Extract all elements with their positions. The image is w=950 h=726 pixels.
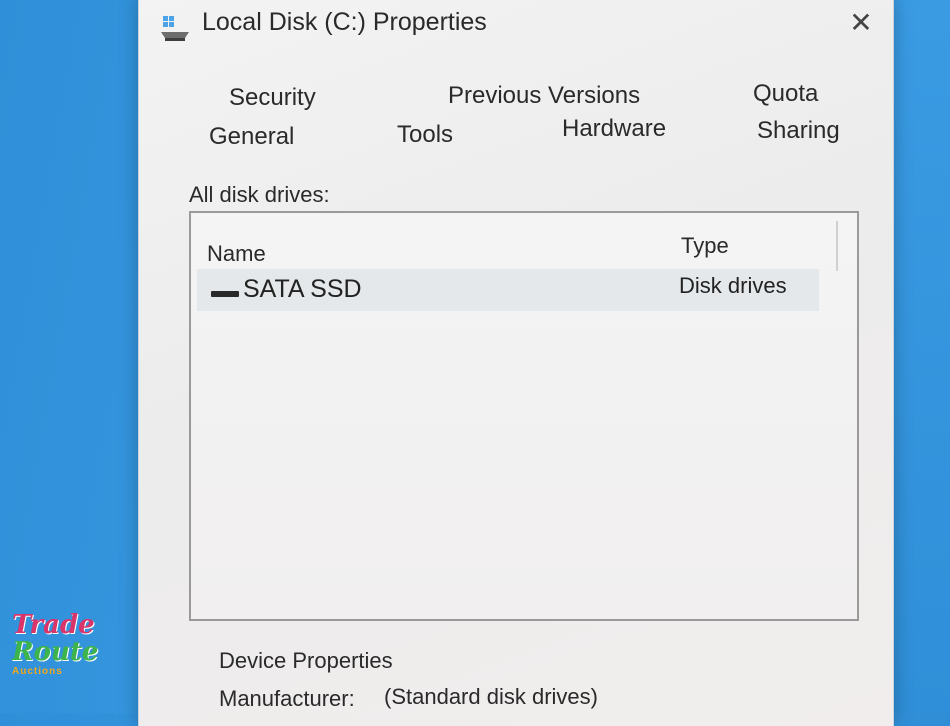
watermark-line-1: Trade <box>12 610 95 640</box>
drive-title-icon <box>161 16 189 41</box>
drive-icon <box>211 291 239 297</box>
tab-previous-versions[interactable]: Previous Versions <box>448 82 640 110</box>
drive-name: SATA SSD <box>243 275 362 303</box>
tab-general[interactable]: General <box>209 123 294 151</box>
tab-hardware[interactable]: Hardware <box>562 115 666 143</box>
device-properties-heading: Device Properties <box>219 648 393 673</box>
column-header-type[interactable]: Type <box>681 233 729 259</box>
list-item[interactable]: SATA SSD Disk drives <box>197 269 819 311</box>
tab-sharing[interactable]: Sharing <box>757 117 840 145</box>
tab-quota[interactable]: Quota <box>753 80 818 108</box>
tab-security[interactable]: Security <box>229 84 316 112</box>
manufacturer-value: (Standard disk drives) <box>384 684 598 709</box>
title-bar: Local Disk (C:) Properties ✕ <box>139 0 893 56</box>
tab-tools[interactable]: Tools <box>397 121 453 149</box>
window-title: Local Disk (C:) Properties <box>202 8 487 36</box>
properties-dialog: Local Disk (C:) Properties ✕ Security Pr… <box>138 0 894 726</box>
all-disk-drives-label: All disk drives: <box>189 182 330 207</box>
column-divider <box>836 221 838 271</box>
manufacturer-label: Manufacturer: <box>219 686 355 711</box>
watermark-logo: Trade Route Auctions <box>12 612 102 697</box>
column-header-name[interactable]: Name <box>207 241 266 267</box>
watermark-line-3: Auctions <box>12 666 63 677</box>
watermark-line-2: Route <box>12 637 99 667</box>
close-button[interactable]: ✕ <box>841 6 881 40</box>
drive-type: Disk drives <box>679 273 787 298</box>
disk-drives-list[interactable]: Name Type SATA SSD Disk drives <box>189 211 859 621</box>
